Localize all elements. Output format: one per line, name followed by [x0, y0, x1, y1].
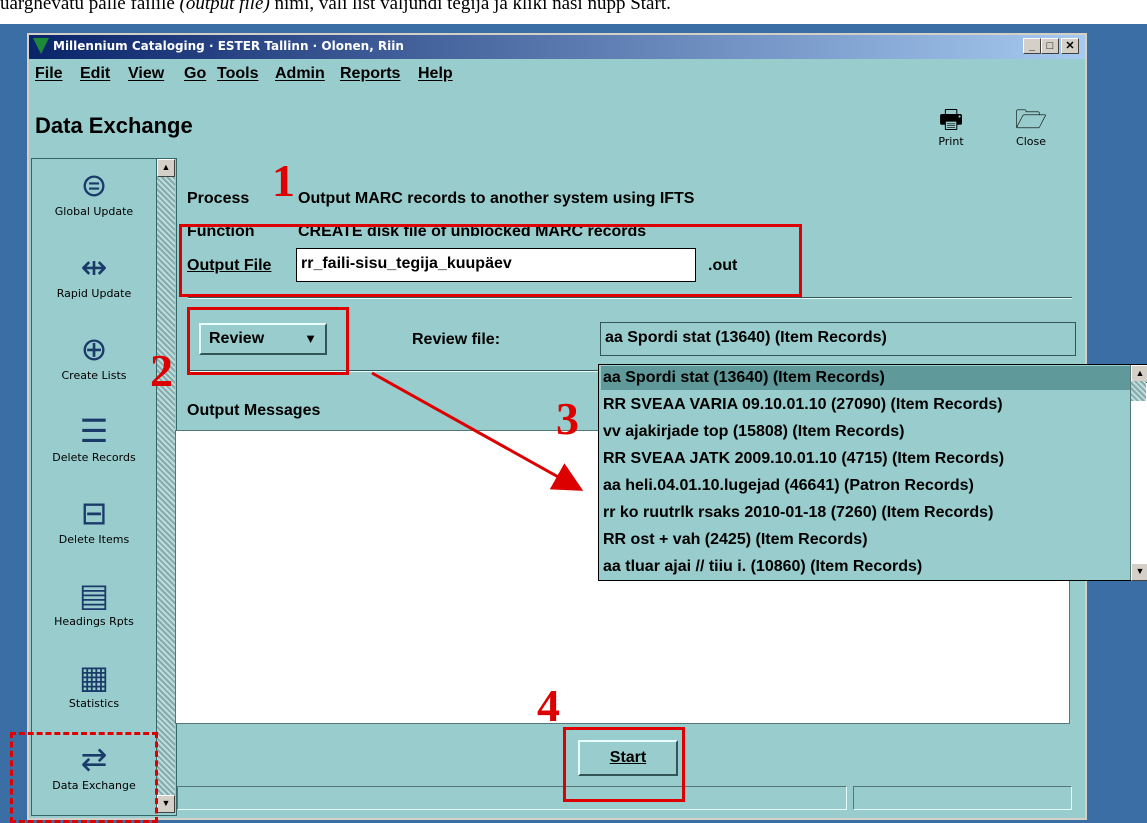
arrow-line: [371, 371, 584, 491]
annotation-arrow: [371, 371, 584, 491]
